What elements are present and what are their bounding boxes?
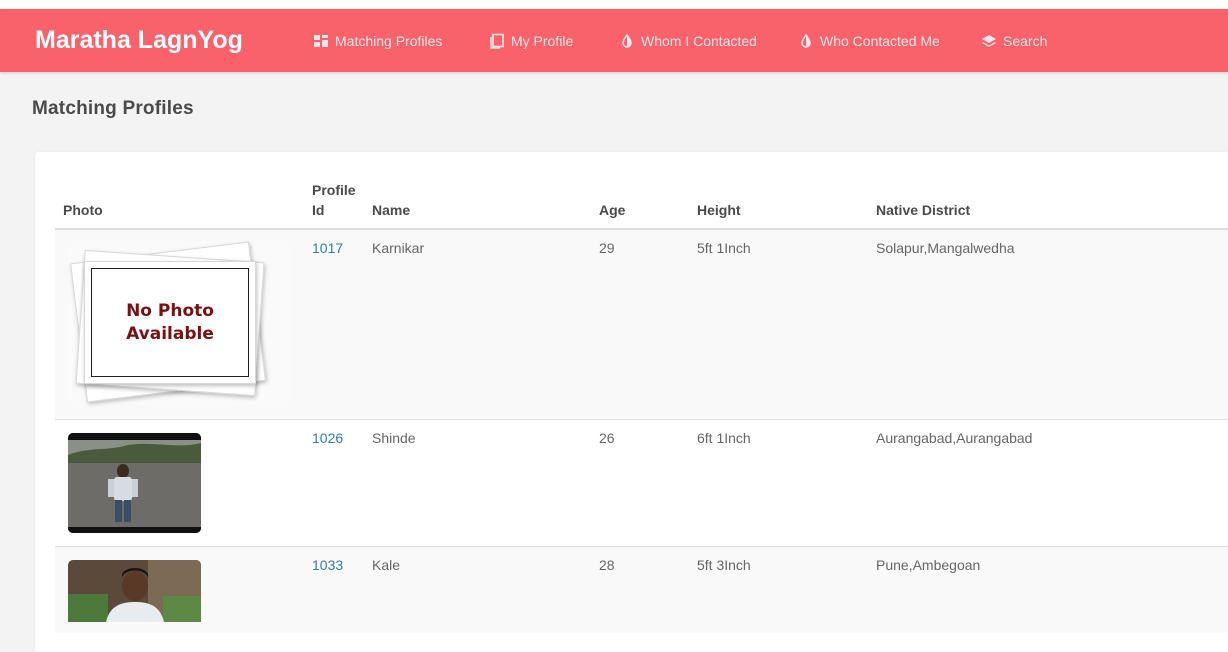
nav-whom-i-contacted[interactable]: Whom I Contacted xyxy=(619,9,757,72)
nav-search[interactable]: Search xyxy=(981,9,1047,72)
contrast-icon xyxy=(801,33,811,48)
column-header-profile-id-line2: Id xyxy=(312,202,325,218)
profile-height: 5ft 1Inch xyxy=(697,240,751,256)
copy-icon xyxy=(490,33,504,49)
column-header-photo: Photo xyxy=(63,202,103,218)
profile-native-district: Pune,Ambegoan xyxy=(876,557,981,573)
nav-matching-profiles[interactable]: Matching Profiles xyxy=(313,9,442,72)
profile-photo[interactable] xyxy=(68,433,201,533)
profile-height: 5ft 3Inch xyxy=(697,557,751,573)
column-header-height: Height xyxy=(697,202,741,218)
no-photo-text: No Photo Available xyxy=(126,300,214,344)
top-band xyxy=(0,0,1228,9)
brand-logo[interactable]: Maratha LagnYog xyxy=(35,9,243,72)
contrast-icon xyxy=(622,33,632,48)
nav-label: Matching Profiles xyxy=(335,32,443,49)
profile-id-link[interactable]: 1017 xyxy=(312,238,343,258)
profile-age: 28 xyxy=(599,557,615,573)
profile-height: 6ft 1Inch xyxy=(697,430,751,446)
table-row xyxy=(55,547,1228,633)
nav-who-contacted-me[interactable]: Who Contacted Me xyxy=(798,9,940,72)
profile-native-district: Solapur,Mangalwedha xyxy=(876,240,1015,256)
dashboard-icon xyxy=(314,34,328,47)
profile-age: 29 xyxy=(599,240,615,256)
profile-name: Karnikar xyxy=(372,240,425,256)
nav-label: Who Contacted Me xyxy=(820,32,940,49)
no-photo-frame[interactable]: No Photo Available xyxy=(91,268,249,377)
column-header-age: Age xyxy=(599,202,626,218)
profile-photo[interactable] xyxy=(68,560,201,622)
profile-name: Shinde xyxy=(372,430,416,446)
profile-id-link[interactable]: 1033 xyxy=(312,555,343,575)
nav-label: Whom I Contacted xyxy=(641,32,757,49)
nav-my-profile[interactable]: My Profile xyxy=(489,9,573,72)
column-header-name: Name xyxy=(372,202,411,218)
table-row xyxy=(55,420,1228,546)
column-header-profile-id-line1: Profile xyxy=(312,182,356,198)
page-title: Matching Profiles xyxy=(32,98,194,119)
layers-icon xyxy=(982,34,996,47)
column-header-native-district: Native District xyxy=(876,202,971,218)
nav-label: My Profile xyxy=(511,32,574,49)
nav-label: Search xyxy=(1003,32,1048,49)
profile-name: Kale xyxy=(372,557,401,573)
profile-id-link[interactable]: 1026 xyxy=(312,428,343,448)
profile-native-district: Aurangabad,Aurangabad xyxy=(876,430,1033,446)
profile-age: 26 xyxy=(599,430,615,446)
navbar: Maratha LagnYog Matching Profiles My Pro… xyxy=(0,9,1228,72)
